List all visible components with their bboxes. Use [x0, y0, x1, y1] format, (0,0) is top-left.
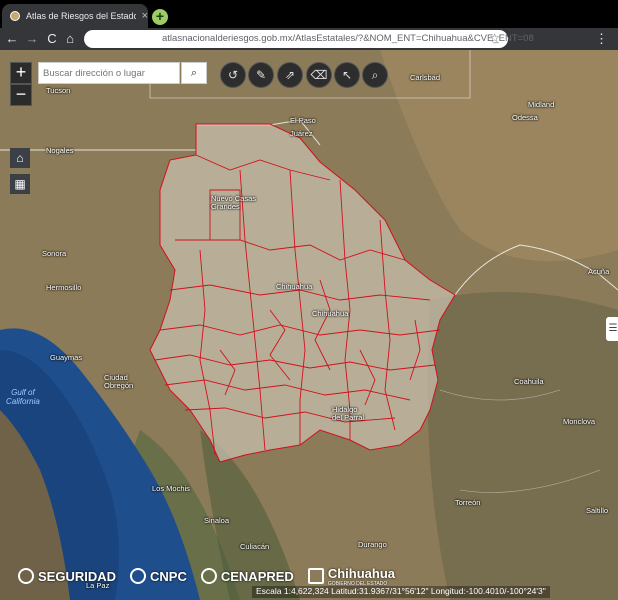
logo-seguridad: SEGURIDAD — [18, 568, 116, 584]
cenapred-seal-icon — [200, 568, 217, 584]
map-label-saltillo: Saltillo — [586, 506, 609, 515]
map-label-juarez: Juárez — [290, 129, 313, 138]
map-label-durango: Durango — [358, 540, 387, 549]
map-label-los-mochis: Los Mochis — [152, 484, 190, 493]
browser-menu-icon[interactable]: ⋮ — [595, 31, 608, 47]
map-label-nogales: Nogales — [46, 146, 74, 155]
search-input[interactable] — [39, 64, 179, 83]
map-label-gulf: Gulf of California — [6, 388, 40, 406]
map-label-culiacan: Culiacán — [240, 542, 270, 551]
map-label-midland: Midland — [528, 100, 555, 109]
search-button[interactable]: ⌕ — [181, 62, 207, 84]
zoom-in-button[interactable]: + — [10, 62, 32, 84]
browser-tab-strip: Atlas de Riesgos del Estado de C × + — [0, 0, 618, 28]
map-label-acuna: Acuña — [588, 267, 610, 276]
search-field[interactable] — [38, 62, 180, 84]
home-extent-button[interactable]: ⌂ — [10, 148, 30, 168]
tab-title: Atlas de Riesgos del Estado de C — [25, 11, 136, 21]
map-label-hermosillo: Hermosillo — [46, 283, 82, 292]
browser-toolbar: ← → C ⌂ atlasnacionalderiesgos.gob.mx/At… — [0, 28, 618, 50]
chihuahua-shield-icon — [307, 568, 324, 584]
forward-icon[interactable]: → — [24, 31, 40, 47]
zoom-out-button[interactable]: − — [10, 84, 32, 106]
map-label-el-paso: El Paso — [290, 116, 316, 125]
address-bar[interactable]: atlasnacionalderiesgos.gob.mx/AtlasEstat… — [84, 30, 534, 48]
home-button-icon[interactable]: ⌂ — [62, 31, 78, 47]
cnpc-seal-icon — [130, 568, 147, 584]
seguridad-seal-icon — [18, 568, 34, 584]
map-label-chihuahua-state: Chihuahua — [276, 282, 313, 291]
map-label-chihuahua-city: Chihuahua — [312, 309, 349, 318]
tab-close-icon[interactable]: × — [142, 10, 148, 22]
reload-icon[interactable]: C — [44, 31, 60, 47]
map-label-ciudad-obregon: Ciudad Obregón — [104, 373, 134, 390]
home-icon: ⌂ — [16, 151, 24, 165]
map-view[interactable]: Tucson Nogales El Paso Juárez Carlsbad M… — [0, 50, 618, 600]
measure-icon[interactable]: ⇗ — [277, 62, 303, 88]
search-icon: ⌕ — [190, 67, 198, 79]
side-panel-toggle[interactable]: ☰ — [606, 317, 618, 341]
new-tab-button[interactable]: + — [152, 9, 168, 25]
bookmark-star-icon[interactable]: ☆ — [489, 31, 500, 45]
map-label-tucson: Tucson — [46, 86, 71, 95]
draw-circle-icon[interactable]: ↺ — [220, 62, 246, 88]
logo-cenapred: CENAPRED — [200, 568, 294, 584]
map-label-odessa: Odessa — [512, 113, 538, 122]
map-label-coahuila: Coahuila — [514, 377, 544, 386]
logo-cnpc: CNPC — [130, 568, 187, 584]
map-label-monclova: Monclova — [563, 417, 596, 426]
map-label-nuevo-casas-grandes: Nuevo Casas Grandes — [211, 194, 257, 211]
edit-icon[interactable]: ✎ — [248, 62, 274, 88]
map-label-sonora: Sonora — [42, 249, 67, 258]
zoom-search-icon[interactable]: ⌕ — [362, 62, 388, 88]
logo-chihuahua: Chihuahua GOBIERNO DEL ESTADO — [307, 566, 395, 587]
basemap-grid-icon: ▦ — [14, 177, 26, 191]
map-label-sinaloa: Sinaloa — [204, 516, 230, 525]
back-icon[interactable]: ← — [4, 31, 20, 47]
url-text: atlasnacionalderiesgos.gob.mx/AtlasEstat… — [162, 33, 534, 44]
scale-coordinates-readout: Escala 1:4,622,324 Latitud:31.9367/31°56… — [252, 586, 550, 598]
map-label-guaymas: Guaymas — [50, 353, 83, 362]
favicon-icon — [10, 11, 20, 21]
basemap-button[interactable]: ▦ — [10, 174, 30, 194]
browser-tab[interactable]: Atlas de Riesgos del Estado de C × — [2, 4, 148, 28]
map-label-torreon: Torreón — [455, 498, 481, 507]
map-label-hidalgo-del-parral: Hidalgo del Parral — [332, 405, 365, 422]
eraser-icon[interactable]: ⌫ — [306, 62, 332, 88]
map-label-carlsbad: Carlsbad — [410, 73, 441, 82]
select-arrow-icon[interactable]: ↖ — [334, 62, 360, 88]
